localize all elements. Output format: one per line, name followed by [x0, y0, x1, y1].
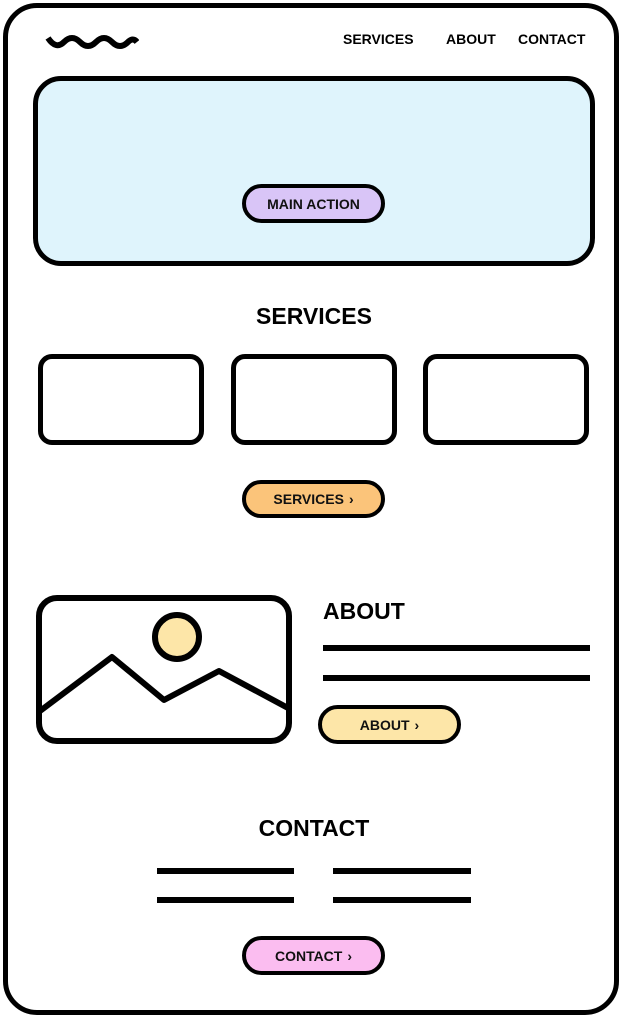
contact-button[interactable]: CONTACT › [242, 936, 385, 975]
services-heading: SERVICES [256, 303, 372, 329]
services-button[interactable]: SERVICES › [242, 480, 385, 518]
hero-banner [33, 76, 595, 266]
contact-text-line-2 [157, 897, 294, 903]
chevron-right-icon: › [348, 491, 354, 507]
image-placeholder-icon [36, 595, 292, 744]
services-button-label: SERVICES [273, 491, 344, 507]
about-button-label: ABOUT [359, 716, 410, 733]
contact-button-label: CONTACT [274, 947, 343, 964]
main-action-button[interactable]: MAIN ACTION [242, 184, 385, 223]
nav-link-services[interactable]: SERVICES [343, 31, 414, 47]
contact-heading: CONTACT [258, 815, 370, 841]
nav-link-about[interactable]: ABOUT [446, 31, 496, 47]
wave-logo-icon[interactable] [45, 30, 139, 52]
chevron-right-icon: › [414, 716, 420, 733]
service-card-3[interactable] [423, 354, 589, 445]
about-heading: ABOUT [323, 598, 405, 624]
about-text-line-2 [323, 675, 590, 681]
service-card-2[interactable] [231, 354, 397, 445]
main-action-label: MAIN ACTION [267, 195, 360, 212]
sun-icon [152, 612, 202, 662]
about-button[interactable]: ABOUT › [318, 705, 461, 744]
nav-link-contact[interactable]: CONTACT [518, 31, 585, 47]
chevron-right-icon: › [347, 947, 353, 964]
about-text-line-1 [323, 645, 590, 651]
contact-text-line-4 [333, 897, 471, 903]
service-card-1[interactable] [38, 354, 204, 445]
contact-text-line-3 [333, 868, 471, 874]
contact-text-line-1 [157, 868, 294, 874]
